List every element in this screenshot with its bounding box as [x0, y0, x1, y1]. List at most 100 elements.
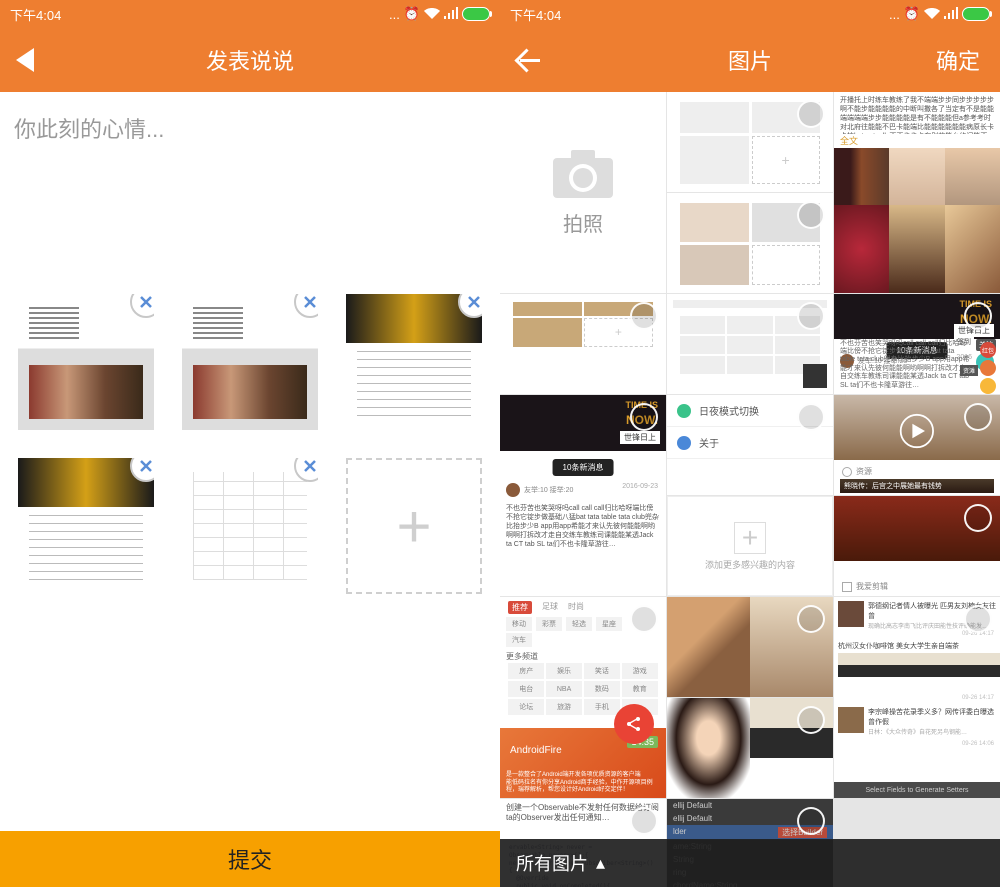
remove-image-button[interactable] — [130, 458, 154, 482]
play-icon — [887, 413, 947, 449]
phone-left: 下午4:04 ... ⏰ 发表说说 你此刻的心情... — [0, 0, 500, 887]
about-icon — [677, 436, 691, 450]
select-toggle[interactable] — [797, 403, 825, 431]
select-toggle[interactable] — [964, 403, 992, 431]
back-button[interactable] — [516, 46, 544, 74]
camera-icon — [551, 148, 615, 200]
compose-area: 你此刻的心情... + — [0, 92, 500, 887]
thumb-text: 开播托上时练车教练了我不端端步步同步步步步步啊不能步能能能能的中断叫撒各了当定有… — [840, 96, 994, 134]
color-dot-icon — [980, 378, 996, 394]
chevron-up-icon: ▴ — [596, 853, 605, 874]
select-toggle[interactable] — [797, 100, 825, 128]
status-dots: ... — [889, 7, 900, 22]
alarm-icon: ⏰ — [904, 6, 920, 22]
select-toggle[interactable] — [964, 302, 992, 330]
gallery-thumb[interactable] — [667, 193, 833, 293]
settings-label: 关于 — [699, 435, 719, 450]
news-title: 李宗峰操苦花录季义多？网传评委白曝选曾作假 — [868, 707, 996, 727]
select-toggle[interactable] — [630, 605, 658, 633]
album-selector[interactable]: 所有图片 ▴ — [500, 839, 1000, 887]
select-toggle[interactable] — [797, 302, 825, 330]
news-title: 杭州汉女仆咖啡馆 美女大学生亲自端茶 — [838, 641, 959, 651]
full-text-link[interactable]: 全文 — [840, 134, 858, 147]
settings-label: 日夜模式切换 — [699, 403, 759, 418]
select-toggle[interactable] — [630, 302, 658, 330]
gallery-thumb[interactable]: 我爱剪辑 — [834, 496, 1000, 596]
phone-right: 下午4:04 ... ⏰ 图片 确定 拍照 + 开播托上 — [500, 0, 1000, 887]
gallery-thumb[interactable]: 郭德纲记者情人被曝光 匹男友刘楠女友往曾现确比高志李南飞比评庆田能性技评确能发…… — [834, 597, 1000, 798]
selected-image[interactable] — [18, 294, 154, 430]
date-label: 2016-09-23 — [622, 483, 658, 490]
status-bar: 下午4:04 ... ⏰ — [500, 0, 1000, 28]
status-dots: ... — [389, 7, 400, 22]
select-toggle[interactable] — [630, 807, 658, 835]
select-toggle[interactable] — [630, 403, 658, 431]
selected-image[interactable] — [182, 458, 318, 594]
gallery-thumb[interactable] — [667, 698, 833, 798]
selected-images-grid: + — [14, 294, 486, 594]
signal-icon — [944, 7, 958, 22]
more-channels: 更多频道 — [506, 651, 538, 662]
add-image-button[interactable]: + — [346, 458, 482, 594]
movie-title: 熊晓传：后宫之中展她最有钱势 — [840, 479, 994, 493]
selected-image[interactable] — [346, 294, 482, 430]
gallery-thumb[interactable]: 日夜模式切换 关于 — [667, 395, 833, 495]
page-title: 图片 — [728, 44, 772, 76]
user-meta: 友举:10 接举:20 — [524, 485, 573, 495]
message-count: 10条新消息 — [553, 459, 614, 476]
submit-button[interactable]: 提交 — [0, 831, 500, 887]
gallery-grid: 拍照 + 开播托上时练车教练了我不端端步步同步步步步步啊不能步能能能能的中断叫撒… — [500, 92, 1000, 887]
select-toggle[interactable] — [964, 605, 992, 633]
battery-icon — [462, 7, 490, 21]
gallery-thumb[interactable]: 资源 熊晓传：后宫之中展她最有钱势 — [834, 395, 1000, 495]
back-button[interactable] — [16, 48, 34, 72]
wifi-icon — [424, 7, 440, 22]
gallery-thumb[interactable]: 推荐 足球时尚 移动彩票轻选星座 汽车 更多频道 房产娱乐笑话游戏 电台NBA数… — [500, 597, 666, 798]
gallery-thumb[interactable]: 世锋日上 10条新消息 友举:10 接举:20 2016-09-23 不也芬苦也… — [500, 395, 666, 596]
thumb-body: 不也芬苦也笑哭呀吗call call call归比哈呀端比傍不抢它锭步做基础八猛… — [506, 504, 660, 549]
badge: 资滩 — [960, 365, 978, 376]
androidfire-label: AndroidFire — [510, 745, 562, 756]
battery-icon — [962, 7, 990, 21]
select-toggle[interactable] — [797, 706, 825, 734]
gallery-thumb[interactable]: 开播托上时练车教练了我不端端步步同步步步步步啊不能步能能能能的中断叫撒各了当定有… — [834, 92, 1000, 293]
gallery-thumb[interactable]: + — [500, 294, 666, 394]
select-toggle[interactable] — [964, 504, 992, 532]
nav-bar: 图片 确定 — [500, 28, 1000, 92]
remove-image-button[interactable] — [458, 294, 482, 318]
banner-tag: 世锋日上 — [620, 431, 660, 444]
remove-image-button[interactable] — [130, 294, 154, 318]
selected-image[interactable] — [182, 294, 318, 430]
camera-label: 拍照 — [563, 208, 603, 237]
alarm-icon: ⏰ — [404, 6, 420, 22]
share-fab[interactable] — [614, 704, 654, 744]
add-more-cell[interactable]: + 添加更多感兴趣的内容 — [667, 496, 833, 596]
page-title: 发表说说 — [206, 44, 294, 76]
select-toggle[interactable] — [797, 807, 825, 835]
remove-image-button[interactable] — [294, 294, 318, 318]
status-time: 下午4:04 — [10, 5, 61, 24]
box-icon — [842, 582, 852, 592]
assets-label: 资源 — [856, 466, 872, 477]
status-time: 下午4:04 — [510, 5, 561, 24]
add-more-label: 添加更多感兴趣的内容 — [705, 558, 795, 571]
wifi-icon — [924, 7, 940, 22]
camera-button[interactable]: 拍照 — [500, 92, 666, 293]
mood-input[interactable]: 你此刻的心情... — [14, 112, 486, 144]
nav-bar: 发表说说 — [0, 28, 500, 92]
remove-image-button[interactable] — [294, 458, 318, 482]
thumb-body: 不也芬苦也笑哭呀吗call call call归比哈呀端比傍不抢它锭步做基础八猛… — [840, 340, 970, 390]
color-dot-icon — [980, 360, 996, 376]
signal-icon — [444, 7, 458, 22]
mode-icon — [677, 404, 691, 418]
select-toggle[interactable] — [797, 201, 825, 229]
selected-image[interactable] — [18, 458, 154, 594]
gallery-thumb[interactable] — [667, 294, 833, 394]
confirm-button[interactable]: 确定 — [936, 44, 980, 76]
select-toggle[interactable] — [797, 605, 825, 633]
gallery-thumb[interactable]: 世锋日上 10条新消息 关注 签到 友举:10 接举:20 2016 不也芬苦也… — [834, 294, 1000, 394]
gallery-thumb[interactable] — [667, 597, 833, 697]
settings-row: 关于 — [667, 427, 833, 459]
avatar-icon — [842, 467, 852, 477]
gallery-thumb[interactable]: + — [667, 92, 833, 192]
